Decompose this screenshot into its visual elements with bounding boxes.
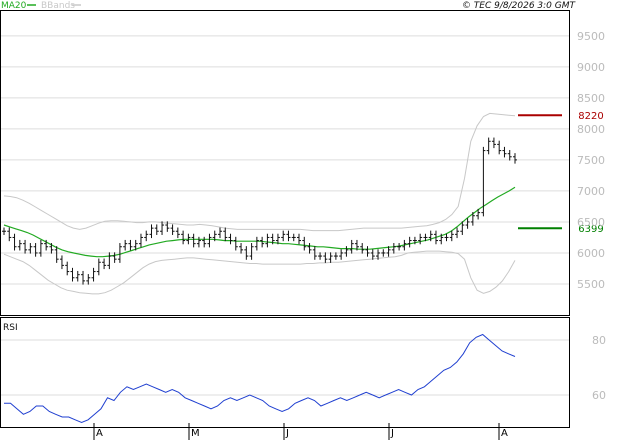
- price-y-tick-label: 5500: [577, 278, 605, 291]
- legend-ma20: MA20: [1, 1, 27, 11]
- x-tick-label: M: [191, 428, 200, 439]
- price-y-tick-label: 6000: [577, 247, 605, 260]
- price-panel-frame: [0, 10, 570, 316]
- resistance-level-label: 8220: [578, 111, 603, 122]
- x-tick-label: A: [96, 428, 103, 439]
- price-y-tick-label: 9500: [577, 30, 605, 43]
- price-y-tick-label: 8500: [577, 92, 605, 105]
- x-tick-label: A: [501, 428, 508, 439]
- price-y-tick-label: 7500: [577, 154, 605, 167]
- price-y-tick-label: 6500: [577, 216, 605, 229]
- legend-bbands: BBands: [41, 1, 75, 11]
- x-tick-label: J: [390, 428, 394, 439]
- rsi-label: RSI: [3, 323, 18, 333]
- price-y-tick-label: 9000: [577, 61, 605, 74]
- chart-canvas: 82206399 5500600065007000750080008500900…: [0, 1, 606, 440]
- price-y-tick-label: 7000: [577, 185, 605, 198]
- y-axis-labels: 5500 6000 6500 7000 7500 8000 8500 9000 9500 60 80: [577, 30, 606, 402]
- rsi-y-tick-label: 60: [592, 389, 606, 402]
- rsi-panel-frame: [0, 317, 570, 428]
- rsi-y-tick-label: 80: [592, 334, 606, 347]
- price-y-tick-label: 8000: [577, 123, 605, 136]
- copyright-text: © TEC 9/8/2026 3:0 GMT: [462, 1, 577, 11]
- x-tick-label: J: [285, 428, 289, 439]
